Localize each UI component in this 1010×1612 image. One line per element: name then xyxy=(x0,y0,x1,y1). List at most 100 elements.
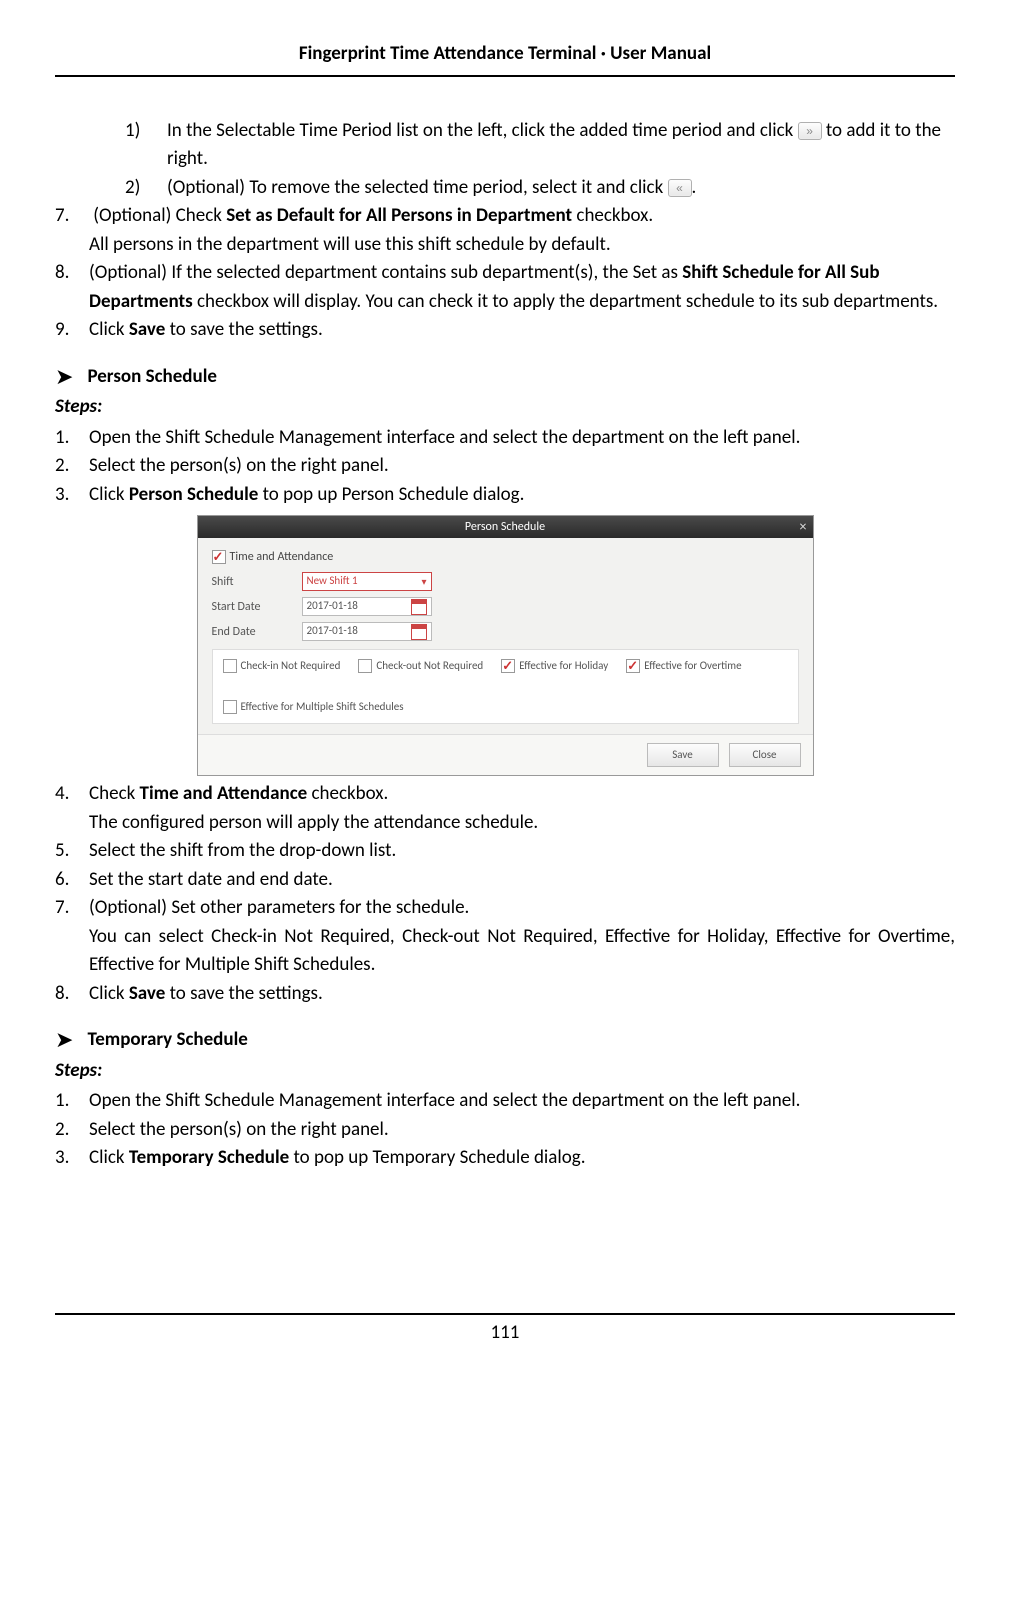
person-step-4: 4. Check Time and Attendance checkbox. T… xyxy=(55,780,955,837)
person-step-2: 2. Select the person(s) on the right pan… xyxy=(55,452,955,481)
checkbox-label: Time and Attendance xyxy=(230,548,334,566)
dialog-title: Person Schedule xyxy=(465,520,545,534)
save-button[interactable]: Save xyxy=(647,743,719,767)
checkbox-label: Effective for Overtime xyxy=(644,659,741,672)
step-text: Select the person(s) on the right panel. xyxy=(89,452,955,481)
step-text: Click Save to save the settings. xyxy=(89,316,955,345)
step-number: 1. xyxy=(55,1087,89,1116)
person-step-6: 6. Set the start date and end date. xyxy=(55,866,955,895)
shift-select[interactable]: New Shift 1 ▾ xyxy=(302,572,432,591)
text: . xyxy=(692,176,697,199)
start-date-label: Start Date xyxy=(212,598,302,616)
section-temporary-schedule: ➤ Temporary Schedule xyxy=(55,1026,955,1055)
person-step-1: 1. Open the Shift Schedule Management in… xyxy=(55,424,955,453)
checkbox-label: Effective for Multiple Shift Schedules xyxy=(241,700,404,713)
double-chevron-left-icon[interactable]: « xyxy=(668,179,692,197)
checkbox-label: Check-in Not Required xyxy=(241,659,341,672)
step-text: (Optional) Set other parameters for the … xyxy=(89,894,955,980)
step-number: 3. xyxy=(55,1144,89,1173)
checkbox[interactable] xyxy=(223,700,237,714)
section-person-schedule: ➤ Person Schedule xyxy=(55,363,955,392)
step-text: Open the Shift Schedule Management inter… xyxy=(89,424,955,453)
effective-holiday-option[interactable]: Effective for Holiday xyxy=(501,658,608,675)
effective-overtime-option[interactable]: Effective for Overtime xyxy=(626,658,741,675)
section-title: Temporary Schedule xyxy=(87,1026,247,1055)
checkbox[interactable] xyxy=(223,659,237,673)
end-date-row: End Date 2017-01-18 xyxy=(212,622,799,641)
text: The configured person will apply the att… xyxy=(89,811,538,834)
section-title: Person Schedule xyxy=(87,363,217,392)
checkout-not-required-option[interactable]: Check-out Not Required xyxy=(358,658,483,675)
step-number: 8. xyxy=(55,259,89,316)
close-button[interactable]: Close xyxy=(729,743,801,767)
text: (Optional) Check xyxy=(93,204,226,227)
end-date-input[interactable]: 2017-01-18 xyxy=(302,622,432,641)
text: Click xyxy=(89,1146,129,1169)
checkbox-label: Effective for Holiday xyxy=(519,659,608,672)
substep-2: 2) (Optional) To remove the selected tim… xyxy=(55,174,955,203)
temp-step-1: 1. Open the Shift Schedule Management in… xyxy=(55,1087,955,1116)
bold-text: Save xyxy=(129,982,165,1005)
step-text: Set the start date and end date. xyxy=(89,866,955,895)
substep-text: (Optional) To remove the selected time p… xyxy=(167,174,955,203)
checkbox[interactable] xyxy=(626,659,640,673)
text: to pop up Temporary Schedule dialog. xyxy=(289,1146,585,1169)
close-icon[interactable]: × xyxy=(800,516,807,538)
page-header: Fingerprint Time Attendance Terminal · U… xyxy=(55,40,955,77)
step-number: 4. xyxy=(55,780,89,837)
start-date-input[interactable]: 2017-01-18 xyxy=(302,597,432,616)
bold-text: Set as Default for All Persons in Depart… xyxy=(226,204,572,227)
step-number: 8. xyxy=(55,980,89,1009)
text: checkbox. xyxy=(572,204,653,227)
shift-label: Shift xyxy=(212,573,302,591)
substep-number: 2) xyxy=(125,174,167,203)
text: (Optional) To remove the selected time p… xyxy=(167,176,668,199)
chevron-right-icon: ➤ xyxy=(55,1029,73,1051)
steps-label: Steps: xyxy=(55,393,955,422)
time-attendance-checkbox[interactable] xyxy=(212,550,226,564)
step-7: 7. (Optional) Check Set as Default for A… xyxy=(55,202,955,259)
bold-text: Temporary Schedule xyxy=(129,1146,289,1169)
step-8: 8. (Optional) If the selected department… xyxy=(55,259,955,316)
checkbox[interactable] xyxy=(358,659,372,673)
bold-text: Time and Attendance xyxy=(140,782,308,805)
step-text: Select the person(s) on the right panel. xyxy=(89,1116,955,1145)
text: (Optional) Set other parameters for the … xyxy=(89,896,469,919)
text: Click xyxy=(89,483,129,506)
effective-multiple-shift-option[interactable]: Effective for Multiple Shift Schedules xyxy=(223,699,404,716)
checkbox[interactable] xyxy=(501,659,515,673)
text: checkbox. xyxy=(307,782,388,805)
shift-value: New Shift 1 xyxy=(307,573,358,590)
dialog-body: Time and Attendance Shift New Shift 1 ▾ … xyxy=(198,538,813,734)
step-text: (Optional) If the selected department co… xyxy=(89,259,955,316)
substep-1: 1) In the Selectable Time Period list on… xyxy=(55,117,955,174)
checkin-not-required-option[interactable]: Check-in Not Required xyxy=(223,658,341,675)
calendar-icon[interactable] xyxy=(411,599,427,615)
step-number: 6. xyxy=(55,866,89,895)
end-date-value: 2017-01-18 xyxy=(307,623,358,640)
bold-text: Person Schedule xyxy=(129,483,259,506)
text: checkbox will display. You can check it … xyxy=(193,290,938,313)
person-step-7: 7. (Optional) Set other parameters for t… xyxy=(55,894,955,980)
step-number: 1. xyxy=(55,424,89,453)
step-number: 3. xyxy=(55,481,89,510)
step-number: 2. xyxy=(55,1116,89,1145)
step-text: Check Time and Attendance checkbox. The … xyxy=(89,780,955,837)
temp-step-3: 3. Click Temporary Schedule to pop up Te… xyxy=(55,1144,955,1173)
calendar-icon[interactable] xyxy=(411,624,427,640)
dialog-screenshot: Person Schedule × Time and Attendance Sh… xyxy=(55,515,955,776)
substep-number: 1) xyxy=(125,117,167,174)
text: to pop up Person Schedule dialog. xyxy=(258,483,524,506)
chevron-down-icon: ▾ xyxy=(421,574,426,589)
bold-text: Save xyxy=(129,318,165,341)
person-step-5: 5. Select the shift from the drop-down l… xyxy=(55,837,955,866)
step-number: 9. xyxy=(55,316,89,345)
double-chevron-right-icon[interactable]: » xyxy=(798,122,822,140)
text: Click xyxy=(89,318,129,341)
step-number: 2. xyxy=(55,452,89,481)
end-date-label: End Date xyxy=(212,623,302,641)
step-number: 7. xyxy=(55,894,89,980)
dialog-title-bar: Person Schedule × xyxy=(198,516,813,538)
text: (Optional) If the selected department co… xyxy=(89,261,682,284)
shift-row: Shift New Shift 1 ▾ xyxy=(212,572,799,591)
